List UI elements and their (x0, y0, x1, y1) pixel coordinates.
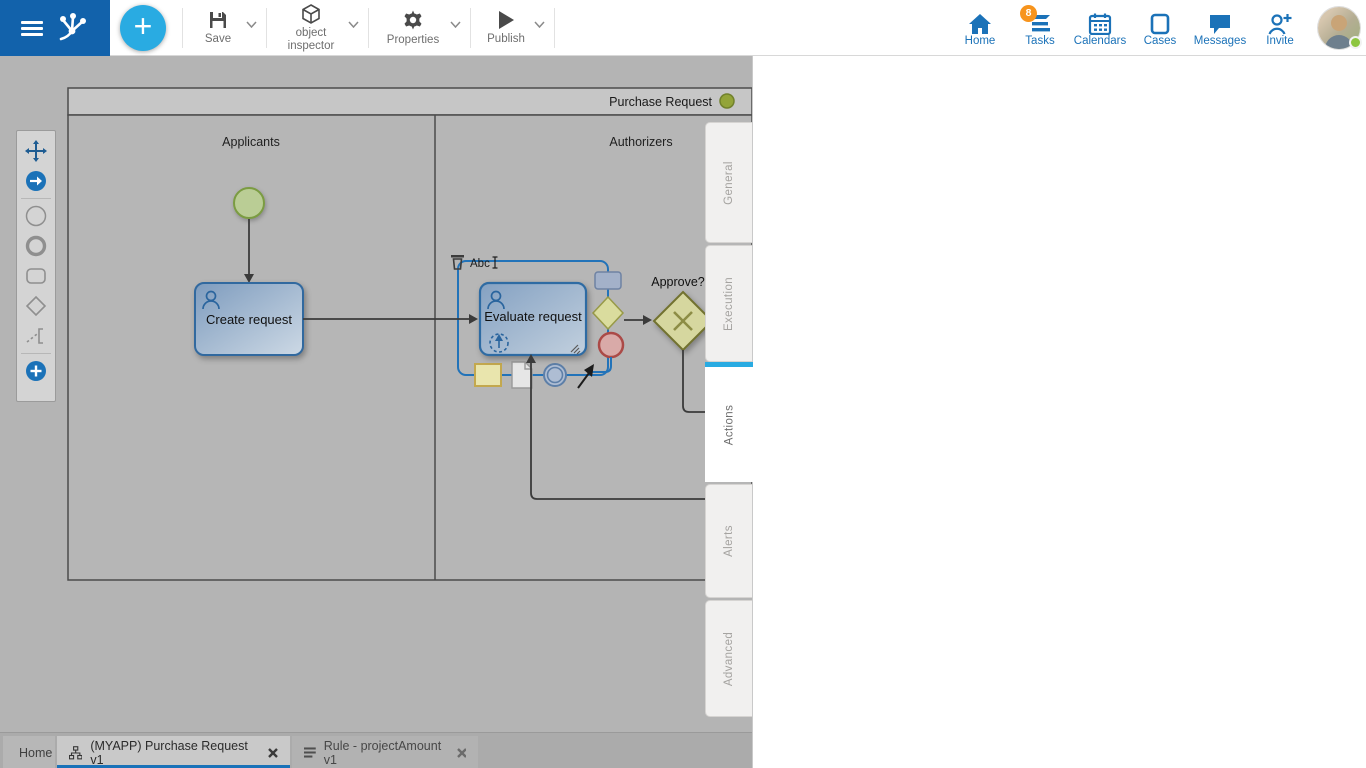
main-menu[interactable] (0, 0, 110, 56)
quick-intermediate-handle[interactable] (544, 364, 566, 386)
tab-general[interactable]: General (705, 122, 752, 243)
start-event-tool[interactable] (20, 201, 52, 231)
save-icon (208, 10, 228, 30)
nav-messages[interactable]: Messages (1190, 9, 1250, 47)
object-inspector-button[interactable]: object inspector (267, 0, 368, 56)
save-button[interactable]: Save (183, 0, 266, 56)
pool-status-dot (720, 94, 734, 108)
quick-end-handle[interactable] (599, 333, 623, 357)
shape-palette (16, 130, 56, 402)
tab-actions[interactable]: Actions (705, 362, 753, 482)
tasks-badge: 8 (1020, 5, 1037, 22)
doc-tab-home[interactable]: Home (3, 736, 55, 768)
tab-alerts[interactable]: Alerts (705, 484, 752, 598)
cases-icon (1149, 13, 1171, 35)
doc-tab-process[interactable]: (MYAPP) Purchase Request v1 (57, 736, 290, 768)
pool-title: Purchase Request (609, 95, 712, 109)
global-nav: Home 8 Tasks Calendars (950, 0, 1360, 56)
quick-yellow-task-handle[interactable] (475, 364, 501, 386)
top-toolbar: + Save (0, 0, 1366, 56)
message-bubble-icon (1208, 13, 1232, 35)
calendar-icon (1088, 13, 1112, 35)
lane-label-authorizers: Authorizers (609, 135, 672, 149)
task-create-request[interactable]: Create request (195, 283, 303, 355)
app-logo-icon (55, 11, 89, 45)
nav-cases[interactable]: Cases (1130, 9, 1190, 47)
annotation-tool[interactable] (20, 321, 52, 351)
quick-copy-handle[interactable] (512, 362, 532, 388)
quick-task-handle[interactable] (595, 272, 621, 289)
hamburger-icon[interactable] (21, 21, 43, 36)
nav-home[interactable]: Home (950, 9, 1010, 47)
close-tab-icon[interactable] (268, 748, 278, 758)
properties-panel (752, 56, 1366, 768)
pool-purchase-request[interactable]: Purchase Request Applicants Authorizers (68, 88, 752, 580)
lane-label-applicants: Applicants (222, 135, 280, 149)
person-plus-icon (1268, 13, 1292, 35)
add-button[interactable]: + (120, 5, 166, 51)
end-event-tool[interactable] (20, 231, 52, 261)
process-canvas[interactable]: Purchase Request Applicants Authorizers … (0, 56, 752, 732)
publish-button[interactable]: Publish (471, 0, 554, 56)
gear-icon (402, 9, 424, 31)
doc-tab-rule[interactable]: Rule - projectAmount v1 (292, 736, 478, 768)
start-event[interactable] (234, 188, 264, 218)
task-create-label: Create request (206, 312, 292, 327)
play-icon (497, 10, 515, 30)
chevron-down-icon[interactable] (450, 21, 461, 28)
gateway-tool[interactable] (20, 291, 52, 321)
document-tools: Save object inspector (182, 0, 555, 56)
palette-divider (21, 198, 51, 199)
nav-calendars[interactable]: Calendars (1070, 9, 1130, 47)
rule-list-icon (304, 747, 316, 758)
task-tool[interactable] (20, 261, 52, 291)
palette-divider (21, 353, 51, 354)
app-root: Purchase Request Applicants Authorizers … (0, 0, 1366, 768)
add-shape-tool[interactable] (20, 356, 52, 386)
nav-tasks[interactable]: 8 Tasks (1010, 9, 1070, 47)
connector-tool[interactable] (20, 166, 52, 196)
tab-execution[interactable]: Execution (705, 245, 752, 362)
properties-button[interactable]: Properties (369, 0, 470, 56)
nav-invite[interactable]: Invite (1250, 9, 1310, 47)
cube-icon (301, 4, 321, 24)
status-dot (1349, 36, 1362, 49)
tab-advanced[interactable]: Advanced (705, 600, 752, 717)
task-evaluate-label: Evaluate request (484, 309, 582, 324)
gateway-label: Approve? (651, 275, 705, 289)
task-evaluate-request[interactable]: Evaluate request (480, 283, 586, 355)
process-icon (69, 746, 82, 760)
user-avatar[interactable] (1318, 7, 1360, 49)
move-tool[interactable] (20, 136, 52, 166)
chevron-down-icon[interactable] (348, 21, 359, 28)
chevron-down-icon[interactable] (246, 21, 257, 28)
home-icon (968, 13, 992, 35)
close-tab-icon[interactable] (457, 748, 466, 758)
chevron-down-icon[interactable] (534, 21, 545, 28)
rename-hint[interactable]: Abc (470, 258, 490, 270)
open-documents-bar: Home (MYAPP) Purchase Request v1 Rule - … (0, 732, 752, 768)
